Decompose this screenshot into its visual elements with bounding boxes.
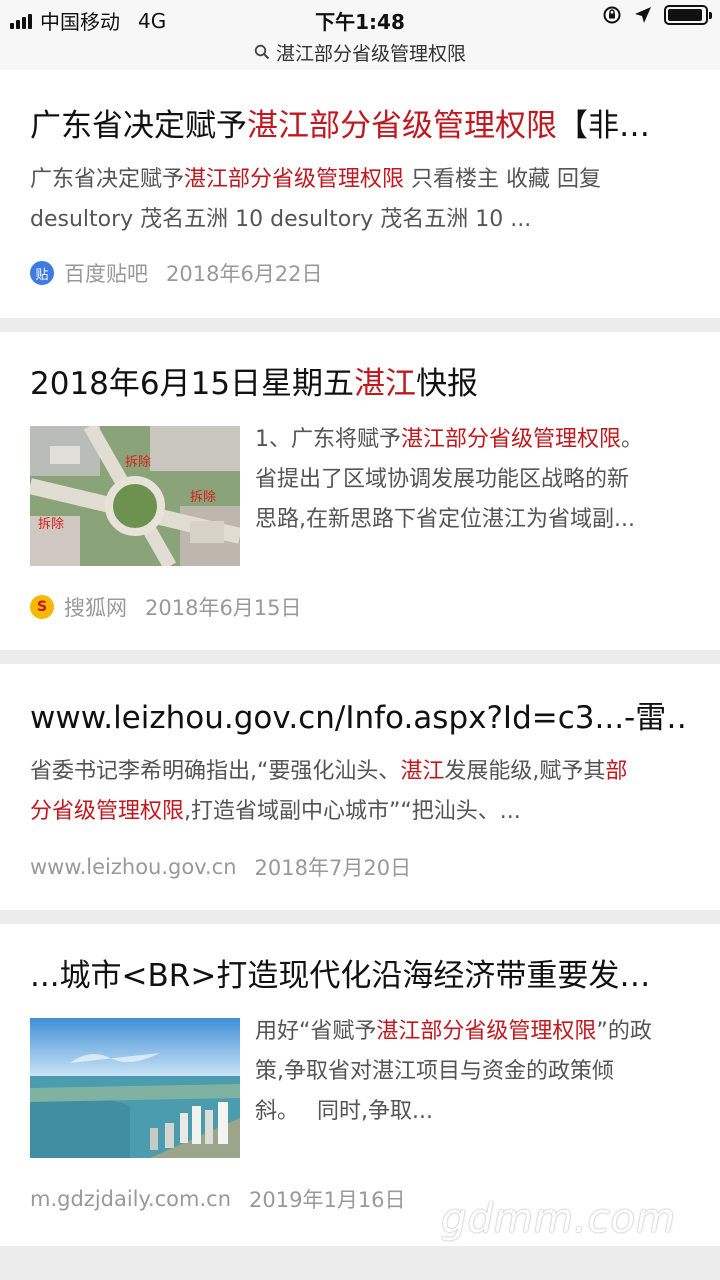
status-bar: 中国移动 4G 下午1:48 <box>0 0 720 34</box>
result-title[interactable]: 2018年6月15日星期五湛江快报 <box>30 364 690 404</box>
result-date: 2019年1月16日 <box>249 1188 406 1212</box>
result-source: www.leizhou.gov.cn 2018年7月20日 <box>30 852 411 882</box>
watermark: gdmm.com <box>441 1196 676 1242</box>
result-title[interactable]: 广东省决定赋予湛江部分省级管理权限【非… <box>30 106 690 146</box>
result-title[interactable]: www.leizhou.gov.cn/Info.aspx?Id=c3...-雷… <box>30 698 690 738</box>
source-name: 搜狐网 <box>64 596 127 620</box>
result-card[interactable]: www.leizhou.gov.cn/Info.aspx?Id=c3...-雷…… <box>0 664 720 910</box>
thumb-label: 拆除 <box>38 517 64 532</box>
location-arrow-icon <box>635 7 651 23</box>
sohu-icon: S <box>30 595 54 619</box>
result-source: m.gdzjdaily.com.cn 2019年1月16日 <box>30 1184 406 1214</box>
source-name: m.gdzjdaily.com.cn <box>30 1187 232 1211</box>
result-source: 贴 百度贴吧 2018年6月22日 <box>30 258 323 288</box>
source-name: www.leizhou.gov.cn <box>30 855 237 879</box>
result-snippet: 用好“省赋予湛江部分省级管理权限”的政 策,争取省对湛江项目与资金的政策倾 斜。… <box>255 1019 652 1124</box>
result-date: 2018年7月20日 <box>254 856 412 880</box>
battery-icon <box>664 5 712 25</box>
result-thumbnail[interactable]: 拆除 拆除 拆除 <box>30 426 240 566</box>
thumb-label: 拆除 <box>190 490 216 505</box>
result-snippet: 省委书记李希明确指出,“要强化汕头、湛江发展能级,赋予其部 分省级管理权限,打造… <box>30 759 628 824</box>
result-snippet: 广东省决定赋予湛江部分省级管理权限 只看楼主 收藏 回复 desultory 茂… <box>30 167 602 232</box>
thumb-label: 拆除 <box>125 455 151 470</box>
rotation-lock-icon <box>603 6 621 24</box>
result-date: 2018年6月15日 <box>145 596 302 620</box>
result-source: S 搜狐网 2018年6月15日 <box>30 592 302 622</box>
source-name: 百度贴吧 <box>64 262 148 286</box>
result-card[interactable]: 广东省决定赋予湛江部分省级管理权限【非… 广东省决定赋予湛江部分省级管理权限 只… <box>0 70 720 318</box>
result-card[interactable]: 2018年6月15日星期五湛江快报 拆除 拆除 拆除 1、广东将赋予湛江部分省级… <box>0 332 720 650</box>
url-bar[interactable]: 湛江部分省级管理权限 <box>0 34 720 71</box>
result-snippet: 1、广东将赋予湛江部分省级管理权限。 省提出了区域协调发展功能区战略的新 思路,… <box>255 427 644 532</box>
result-title[interactable]: ...城市<BR>打造现代化沿海经济带重要发… <box>30 956 690 996</box>
search-query: 湛江部分省级管理权限 <box>275 42 466 65</box>
result-thumbnail[interactable] <box>30 1018 240 1158</box>
tieba-icon: 贴 <box>30 261 54 285</box>
search-icon <box>254 44 270 60</box>
result-date: 2018年6月22日 <box>166 262 323 286</box>
